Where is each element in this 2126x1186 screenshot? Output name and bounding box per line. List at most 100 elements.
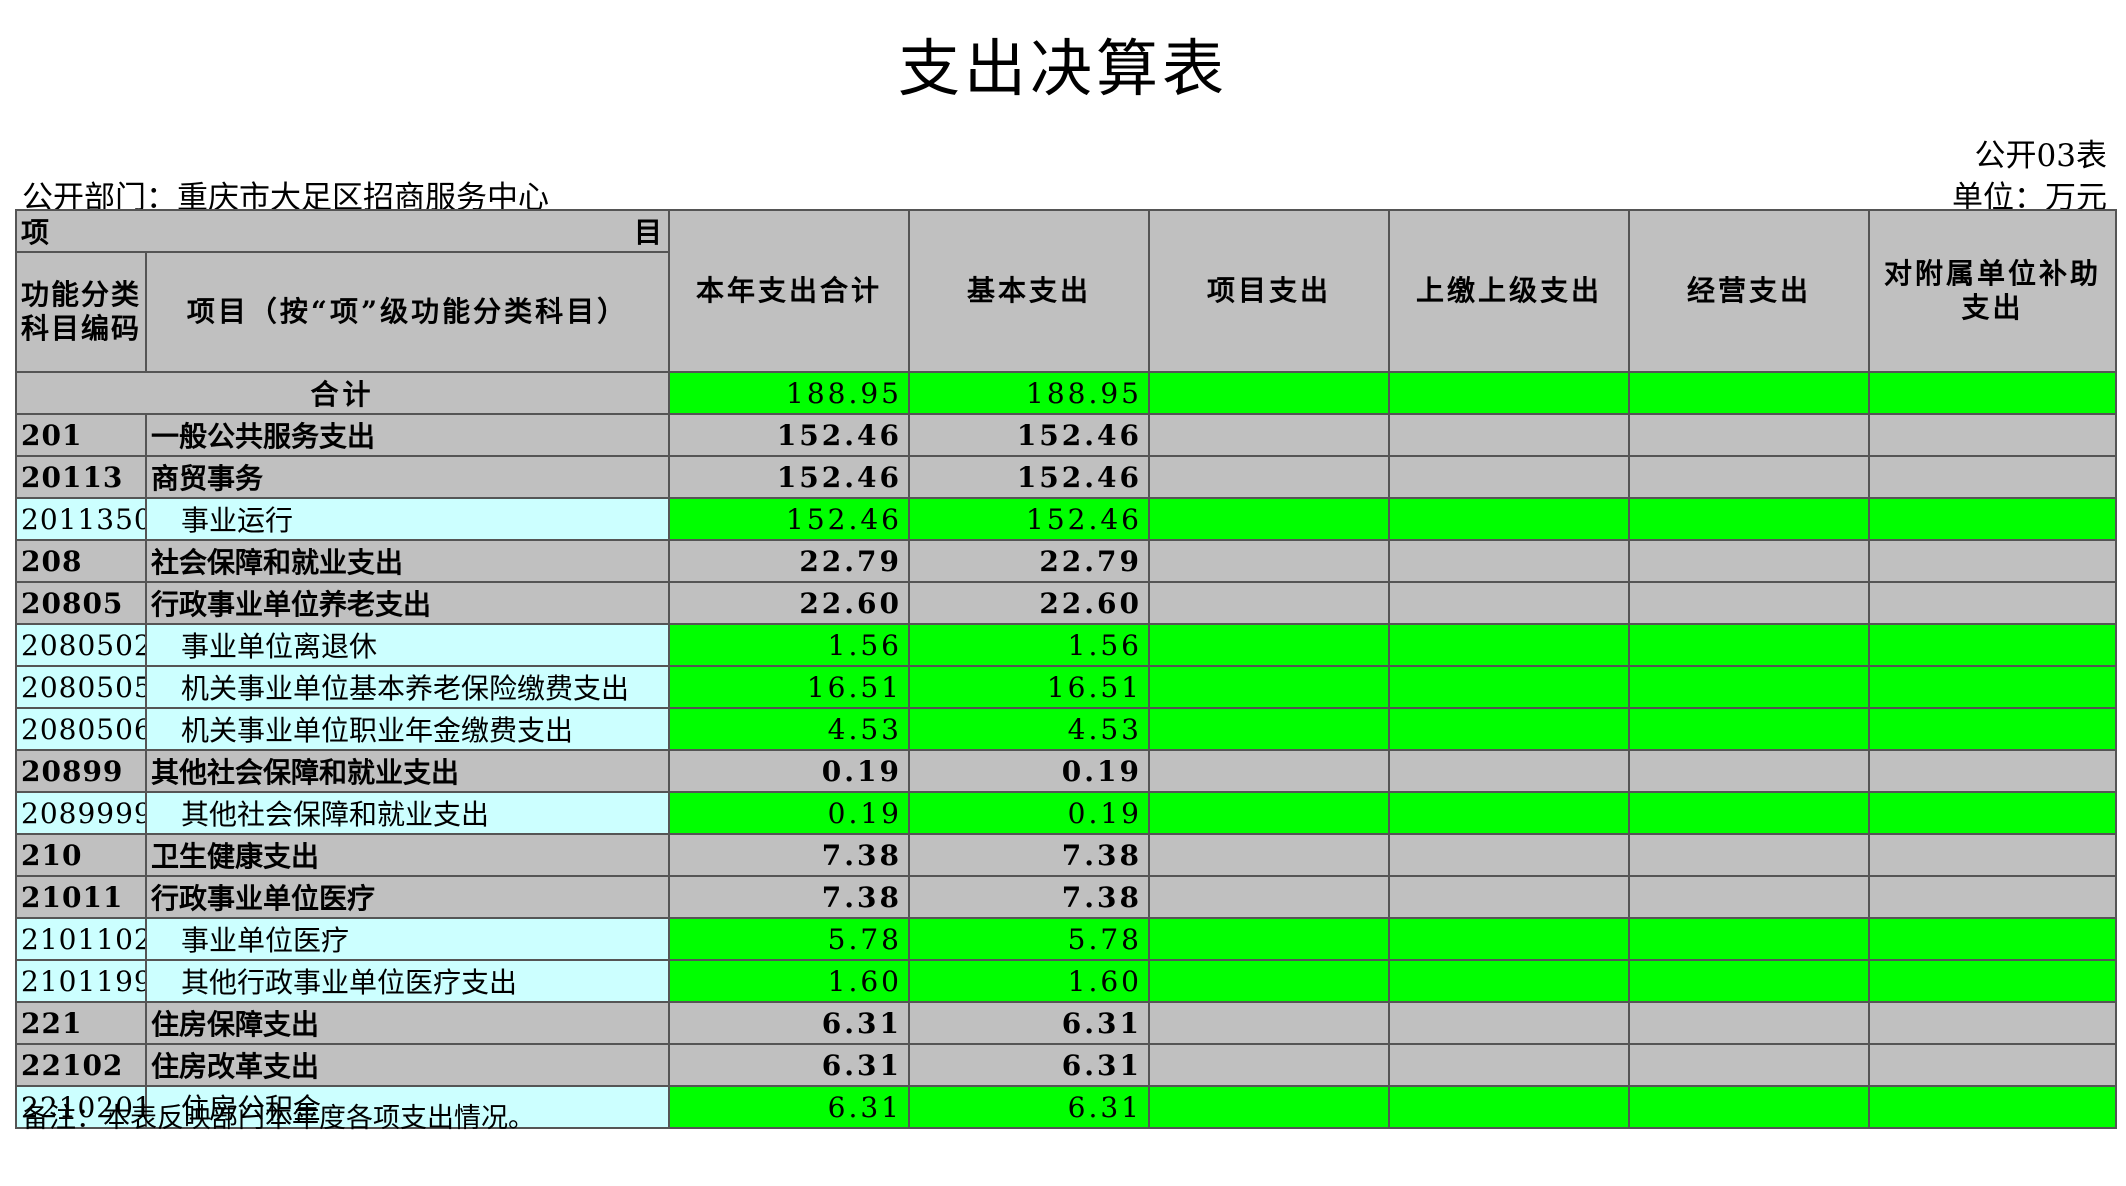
row-operating	[1628, 833, 1870, 877]
row-subsidy	[1868, 539, 2117, 583]
row-basic: 1.60	[908, 959, 1150, 1003]
row-operating	[1628, 791, 1870, 835]
row-subsidy	[1868, 749, 2117, 793]
row-total: 0.19	[668, 791, 910, 835]
row-project	[1148, 833, 1390, 877]
row-remit	[1388, 875, 1630, 919]
row-project	[1148, 455, 1390, 499]
row-basic: 6.31	[908, 1001, 1150, 1045]
row-code: 2080502	[15, 623, 147, 667]
row-remit	[1388, 1001, 1630, 1045]
row-code: 210	[15, 833, 147, 877]
row-total: 6.31	[668, 1001, 910, 1045]
row-name: 事业运行	[145, 497, 670, 541]
row-name: 住房改革支出	[145, 1043, 670, 1087]
row-name: 事业单位医疗	[145, 917, 670, 961]
row-subsidy	[1868, 665, 2117, 709]
row-code: 201	[15, 413, 147, 457]
total-remit	[1388, 371, 1630, 415]
row-total: 16.51	[668, 665, 910, 709]
row-remit	[1388, 791, 1630, 835]
row-code: 2101102	[15, 917, 147, 961]
row-name: 住房保障支出	[145, 1001, 670, 1045]
row-project	[1148, 497, 1390, 541]
row-total: 152.46	[668, 497, 910, 541]
row-total: 1.56	[668, 623, 910, 667]
row-name: 商贸事务	[145, 455, 670, 499]
page-title: 支出决算表	[897, 32, 1228, 105]
row-remit	[1388, 623, 1630, 667]
row-subsidy	[1868, 875, 2117, 919]
row-subsidy	[1868, 791, 2117, 835]
row-code: 221	[15, 1001, 147, 1045]
header-col-remit: 上缴上级支出	[1388, 209, 1630, 373]
row-operating	[1628, 623, 1870, 667]
row-project	[1148, 1001, 1390, 1045]
row-project	[1148, 665, 1390, 709]
row-operating	[1628, 707, 1870, 751]
row-subsidy	[1868, 1085, 2117, 1129]
header-col-subsidy: 对附属单位补助支出	[1868, 209, 2117, 373]
row-remit	[1388, 1043, 1630, 1087]
row-remit	[1388, 455, 1630, 499]
table-row: 2101102 事业单位医疗 5.78 5.78	[15, 917, 2117, 961]
row-basic: 0.19	[908, 791, 1150, 835]
table-row: 221 住房保障支出 6.31 6.31	[15, 1001, 2117, 1045]
row-name: 卫生健康支出	[145, 833, 670, 877]
row-code: 2080506	[15, 707, 147, 751]
total-label: 合计	[15, 371, 670, 415]
row-name: 机关事业单位基本养老保险缴费支出	[145, 665, 670, 709]
row-remit	[1388, 539, 1630, 583]
header-xiangmu: 项 目	[15, 209, 670, 253]
row-subsidy	[1868, 1043, 2117, 1087]
expenditure-table: 项 目 本年支出合计 基本支出 项目支出 上缴上级支出 经营支出 对附属单位补助…	[15, 209, 2117, 1129]
row-remit	[1388, 1085, 1630, 1129]
total-subsidy	[1868, 371, 2117, 415]
row-basic: 7.38	[908, 833, 1150, 877]
row-remit	[1388, 581, 1630, 625]
row-code: 2080505	[15, 665, 147, 709]
total-row: 合计 188.95 188.95	[15, 371, 2117, 415]
table-row: 2011350 事业运行 152.46 152.46	[15, 497, 2117, 541]
row-total: 0.19	[668, 749, 910, 793]
row-operating	[1628, 749, 1870, 793]
row-remit	[1388, 665, 1630, 709]
form-number: 公开03表	[1974, 138, 2107, 174]
row-code: 2011350	[15, 497, 147, 541]
row-basic: 7.38	[908, 875, 1150, 919]
row-remit	[1388, 833, 1630, 877]
row-subsidy	[1868, 833, 2117, 877]
row-total: 5.78	[668, 917, 910, 961]
row-name: 其他社会保障和就业支出	[145, 791, 670, 835]
row-subsidy	[1868, 959, 2117, 1003]
header-xiang: 项	[21, 216, 50, 249]
row-basic: 6.31	[908, 1085, 1150, 1129]
row-name: 社会保障和就业支出	[145, 539, 670, 583]
row-code: 2089999	[15, 791, 147, 835]
row-project	[1148, 1085, 1390, 1129]
table-row: 2101199 其他行政事业单位医疗支出 1.60 1.60	[15, 959, 2117, 1003]
row-basic: 22.60	[908, 581, 1150, 625]
row-remit	[1388, 413, 1630, 457]
row-basic: 4.53	[908, 707, 1150, 751]
row-operating	[1628, 1001, 1870, 1045]
row-code: 2101199	[15, 959, 147, 1003]
table-row: 2089999 其他社会保障和就业支出 0.19 0.19	[15, 791, 2117, 835]
total-amount: 188.95	[668, 371, 910, 415]
row-total: 4.53	[668, 707, 910, 751]
row-name: 其他社会保障和就业支出	[145, 749, 670, 793]
row-subsidy	[1868, 623, 2117, 667]
row-basic: 152.46	[908, 455, 1150, 499]
row-operating	[1628, 497, 1870, 541]
row-code: 21011	[15, 875, 147, 919]
row-project	[1148, 791, 1390, 835]
header-col-project: 项目支出	[1148, 209, 1390, 373]
header-col-total: 本年支出合计	[668, 209, 910, 373]
table-row: 208 社会保障和就业支出 22.79 22.79	[15, 539, 2117, 583]
total-basic: 188.95	[908, 371, 1150, 415]
row-basic: 152.46	[908, 413, 1150, 457]
row-code: 22102	[15, 1043, 147, 1087]
row-name: 行政事业单位养老支出	[145, 581, 670, 625]
table-row: 2080502 事业单位离退休 1.56 1.56	[15, 623, 2117, 667]
row-project	[1148, 539, 1390, 583]
